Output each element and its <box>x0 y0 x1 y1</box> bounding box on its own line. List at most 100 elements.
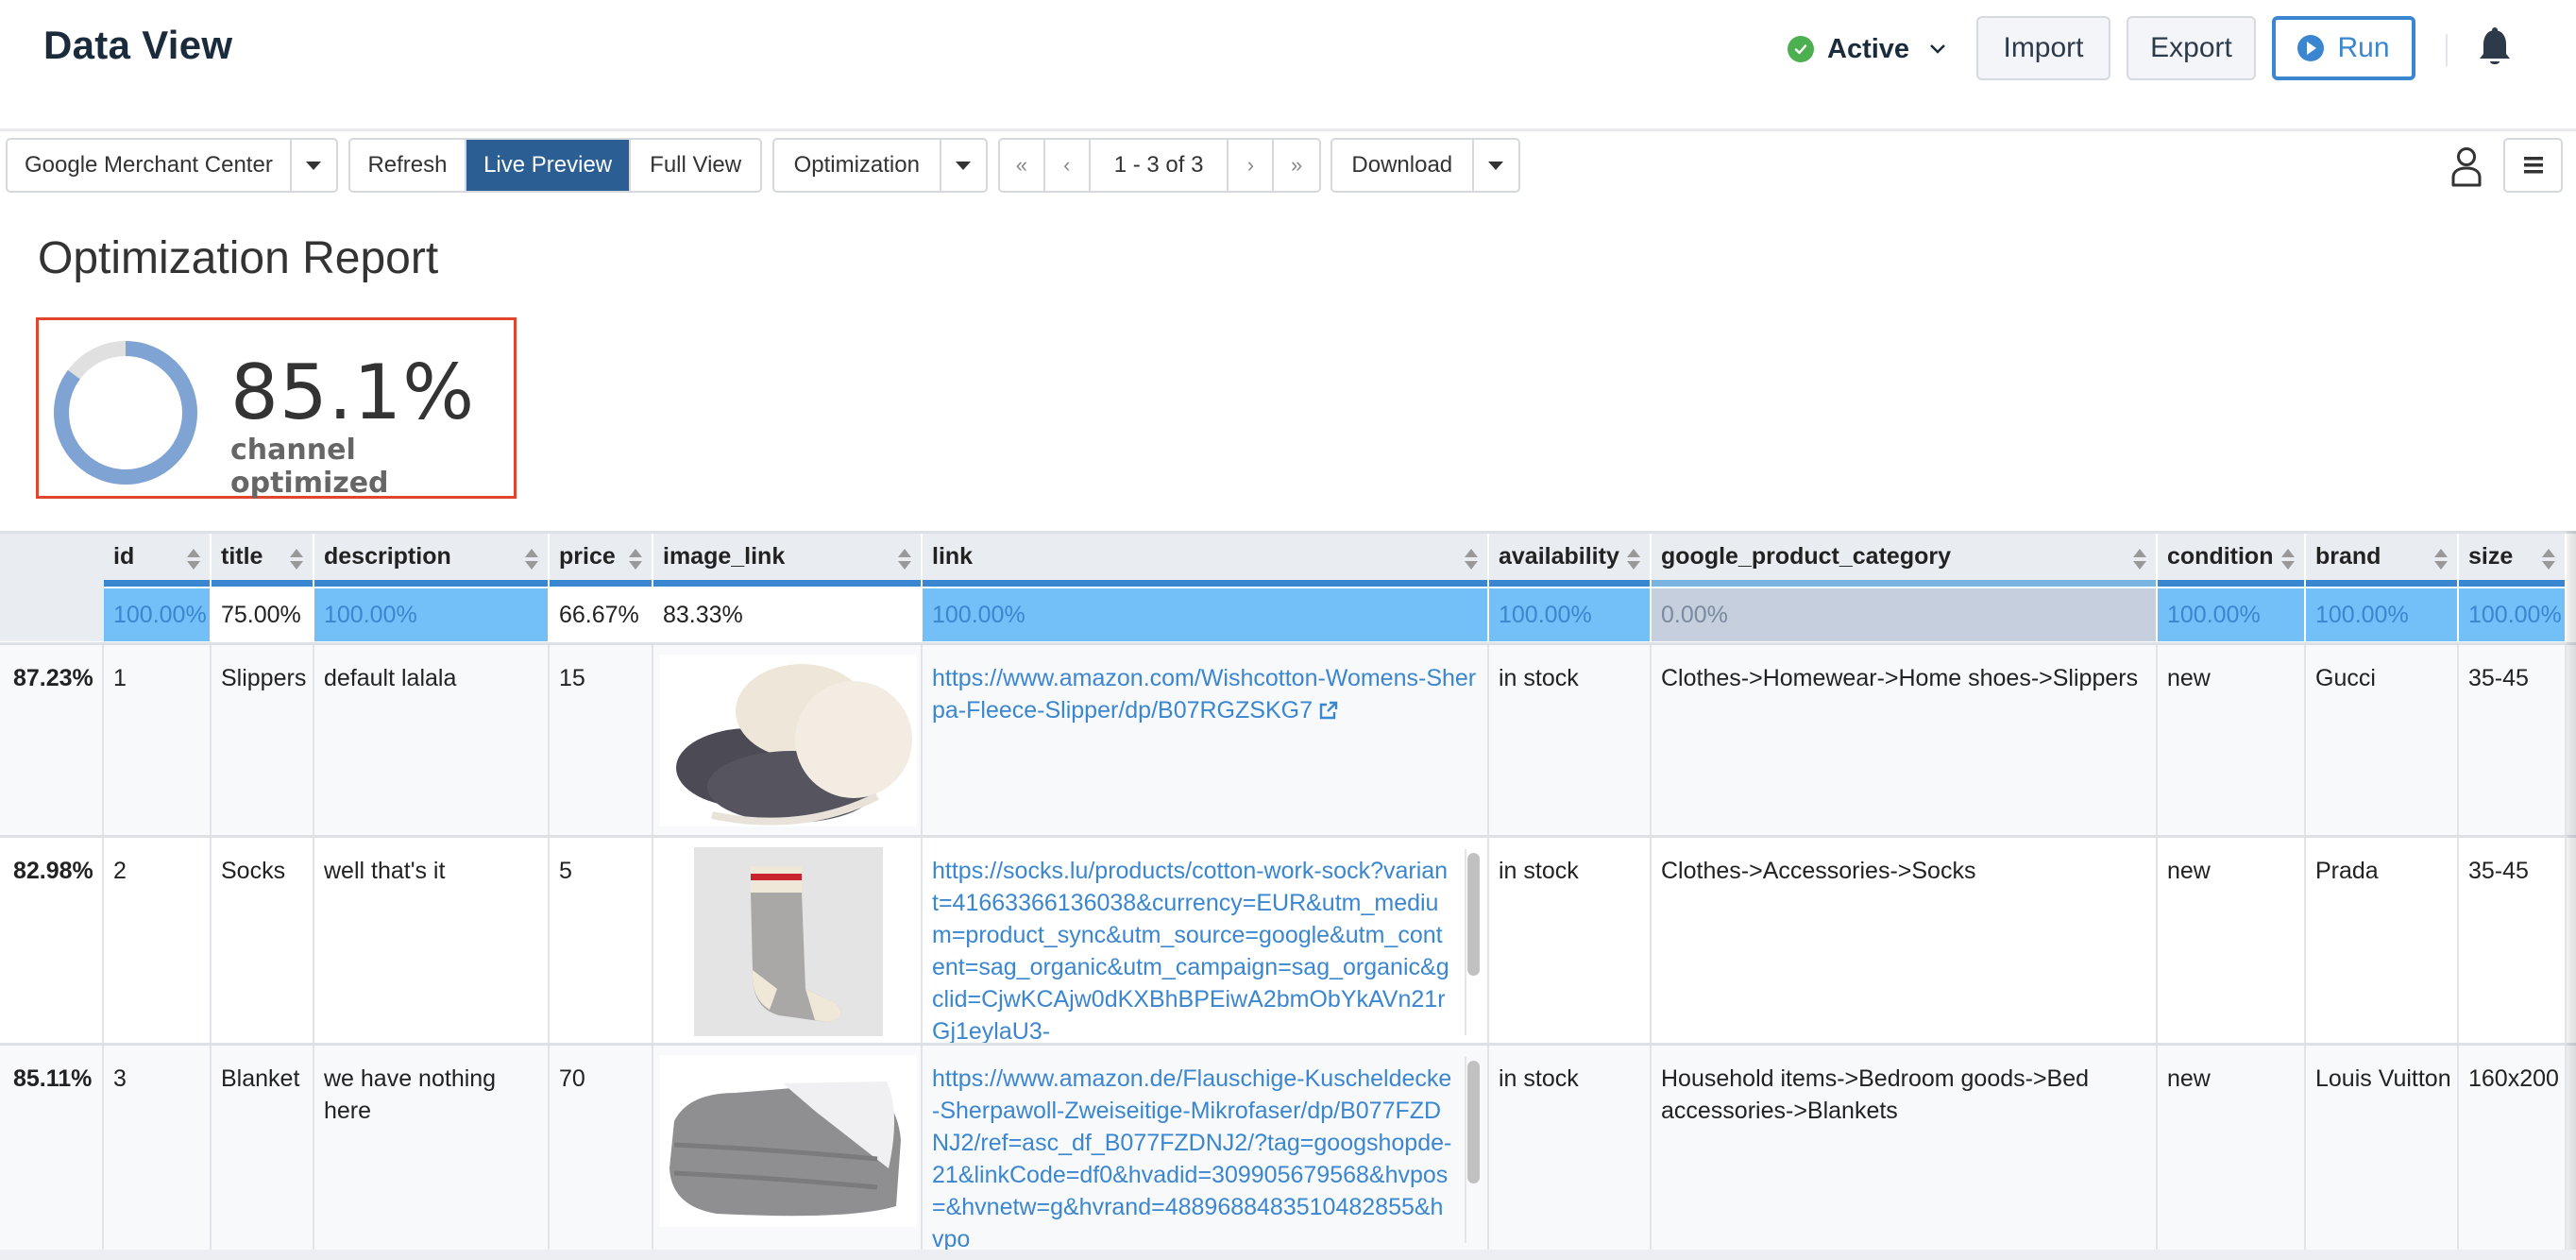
cell-condition: new <box>2158 838 2306 1043</box>
report-select-value[interactable]: Optimization <box>774 140 941 191</box>
source-select-value[interactable]: Google Merchant Center <box>8 140 292 191</box>
bell-icon[interactable] <box>2476 26 2514 70</box>
cell-price: 5 <box>550 838 653 1043</box>
completeness-image_link: 83.33% <box>653 588 923 641</box>
product-link[interactable]: https://socks.lu/products/cotton-work-so… <box>932 855 1487 1043</box>
table-row[interactable]: 85.11% 3 Blanket we have nothing here 70 htt… <box>0 1043 2576 1251</box>
cell-condition: new <box>2158 645 2306 835</box>
run-button[interactable]: Run <box>2272 16 2415 80</box>
row-score: 87.23% <box>0 645 104 835</box>
column-header-condition[interactable]: condition <box>2158 534 2306 587</box>
completeness-condition: 100.00% <box>2158 588 2306 641</box>
last-page-button[interactable]: » <box>1274 140 1319 191</box>
sort-icon[interactable] <box>525 549 538 570</box>
export-button[interactable]: Export <box>2127 16 2256 80</box>
source-select[interactable]: Google Merchant Center <box>6 138 338 193</box>
sort-icon[interactable] <box>898 549 911 570</box>
live-preview-button[interactable]: Live Preview <box>466 140 632 191</box>
column-header-description[interactable]: description <box>314 534 550 587</box>
scrollbar-thumb[interactable] <box>1467 853 1480 976</box>
cell-image_link <box>653 1046 923 1251</box>
report-select[interactable]: Optimization <box>772 138 988 193</box>
cell-link: https://www.amazon.de/Flauschige-Kuschel… <box>923 1046 1489 1251</box>
download-dropdown[interactable]: Download <box>1330 138 1520 193</box>
column-header-google_product_category[interactable]: google_product_category <box>1652 534 2158 587</box>
external-link-icon[interactable] <box>1318 697 1339 720</box>
next-page-button[interactable]: › <box>1229 140 1275 191</box>
column-header-image_link[interactable]: image_link <box>653 534 923 587</box>
status-label: Active <box>1827 33 1910 64</box>
table-scroll-shadow <box>2567 531 2576 1260</box>
scrollbar-thumb[interactable] <box>1467 1061 1480 1183</box>
cell-availability: in stock <box>1489 838 1652 1043</box>
cell-link: https://www.amazon.com/Wishcotton-Womens… <box>923 645 1489 835</box>
completeness-link: 100.00% <box>923 588 1489 641</box>
cell-image_link <box>653 838 923 1043</box>
column-header-availability[interactable]: availability <box>1489 534 1652 587</box>
full-view-button[interactable]: Full View <box>631 140 760 191</box>
product-link[interactable]: https://www.amazon.com/Wishcotton-Womens… <box>932 662 1487 726</box>
cell-google_product_category: Household items->Bedroom goods->Bed acce… <box>1652 1046 2158 1251</box>
source-select-toggle[interactable] <box>292 140 336 191</box>
product-link[interactable]: https://www.amazon.de/Flauschige-Kuschel… <box>932 1063 1487 1251</box>
cell-brand: Louis Vuitton <box>2306 1046 2459 1251</box>
column-header-title[interactable]: title <box>212 534 314 587</box>
sort-icon[interactable] <box>1627 549 1640 570</box>
blanket-image[interactable] <box>659 1055 917 1235</box>
caret-down-icon <box>306 161 322 170</box>
column-header-brand[interactable]: brand <box>2306 534 2459 587</box>
completeness-bar <box>2459 580 2565 587</box>
sort-icon[interactable] <box>2281 549 2295 570</box>
cell-id: 3 <box>104 1046 212 1251</box>
cell-google_product_category: Clothes->Accessories->Socks <box>1652 838 2158 1043</box>
menu-button[interactable] <box>2503 138 2563 193</box>
status-dropdown[interactable]: Active <box>1788 30 1947 68</box>
sort-icon[interactable] <box>1465 549 1478 570</box>
cell-description: we have nothing here <box>314 1046 550 1251</box>
cell-title: Slippers <box>212 645 314 835</box>
table-row[interactable]: 87.23% 1 Slippers default lalala 15 https://… <box>0 642 2576 835</box>
sort-icon[interactable] <box>187 549 200 570</box>
sort-icon[interactable] <box>290 549 303 570</box>
completeness-id: 100.00% <box>104 588 212 641</box>
horizontal-scrollbar[interactable] <box>0 1250 2576 1260</box>
column-header-size[interactable]: size <box>2459 534 2567 587</box>
completeness-availability: 100.00% <box>1489 588 1652 641</box>
sort-icon[interactable] <box>629 549 642 570</box>
completeness-google_product_category: 0.00% <box>1652 588 2158 641</box>
slippers-image[interactable] <box>659 655 917 835</box>
toolbar: Google Merchant Center Refresh Live Prev… <box>0 134 2576 200</box>
table-row[interactable]: 82.98% 2 Socks well that's it 5 https://sock… <box>0 835 2576 1043</box>
import-button[interactable]: Import <box>1976 16 2110 80</box>
download-toggle[interactable] <box>1474 140 1518 191</box>
cell-scrollbar[interactable] <box>1465 1057 1480 1243</box>
completeness-bar <box>314 580 548 587</box>
column-header-price[interactable]: price <box>550 534 653 587</box>
socks-image[interactable] <box>693 847 883 1043</box>
cell-scrollbar[interactable] <box>1465 849 1480 1035</box>
report-title: Optimization Report <box>38 233 439 283</box>
cell-title: Socks <box>212 838 314 1043</box>
refresh-button[interactable]: Refresh <box>350 140 466 191</box>
caret-down-icon <box>1488 161 1504 170</box>
completeness-description: 100.00% <box>314 588 550 641</box>
cell-link: https://socks.lu/products/cotton-work-so… <box>923 838 1489 1043</box>
page-title: Data View <box>43 23 233 67</box>
prev-page-button[interactable]: ‹ <box>1045 140 1091 191</box>
first-page-button[interactable]: « <box>1000 140 1045 191</box>
column-label: title <box>221 543 263 570</box>
report-select-toggle[interactable] <box>941 140 986 191</box>
completeness-bar <box>2306 580 2457 587</box>
sort-icon[interactable] <box>2542 549 2555 570</box>
user-icon[interactable] <box>2448 145 2485 189</box>
header-divider <box>2446 34 2448 66</box>
sort-icon[interactable] <box>2434 549 2448 570</box>
cell-id: 2 <box>104 838 212 1043</box>
completeness-brand: 100.00% <box>2306 588 2459 641</box>
sort-icon[interactable] <box>2133 549 2146 570</box>
cell-title: Blanket <box>212 1046 314 1251</box>
completeness-bar <box>104 580 210 587</box>
download-button[interactable]: Download <box>1332 140 1474 191</box>
column-header-id[interactable]: id <box>104 534 212 587</box>
column-header-link[interactable]: link <box>923 534 1489 587</box>
